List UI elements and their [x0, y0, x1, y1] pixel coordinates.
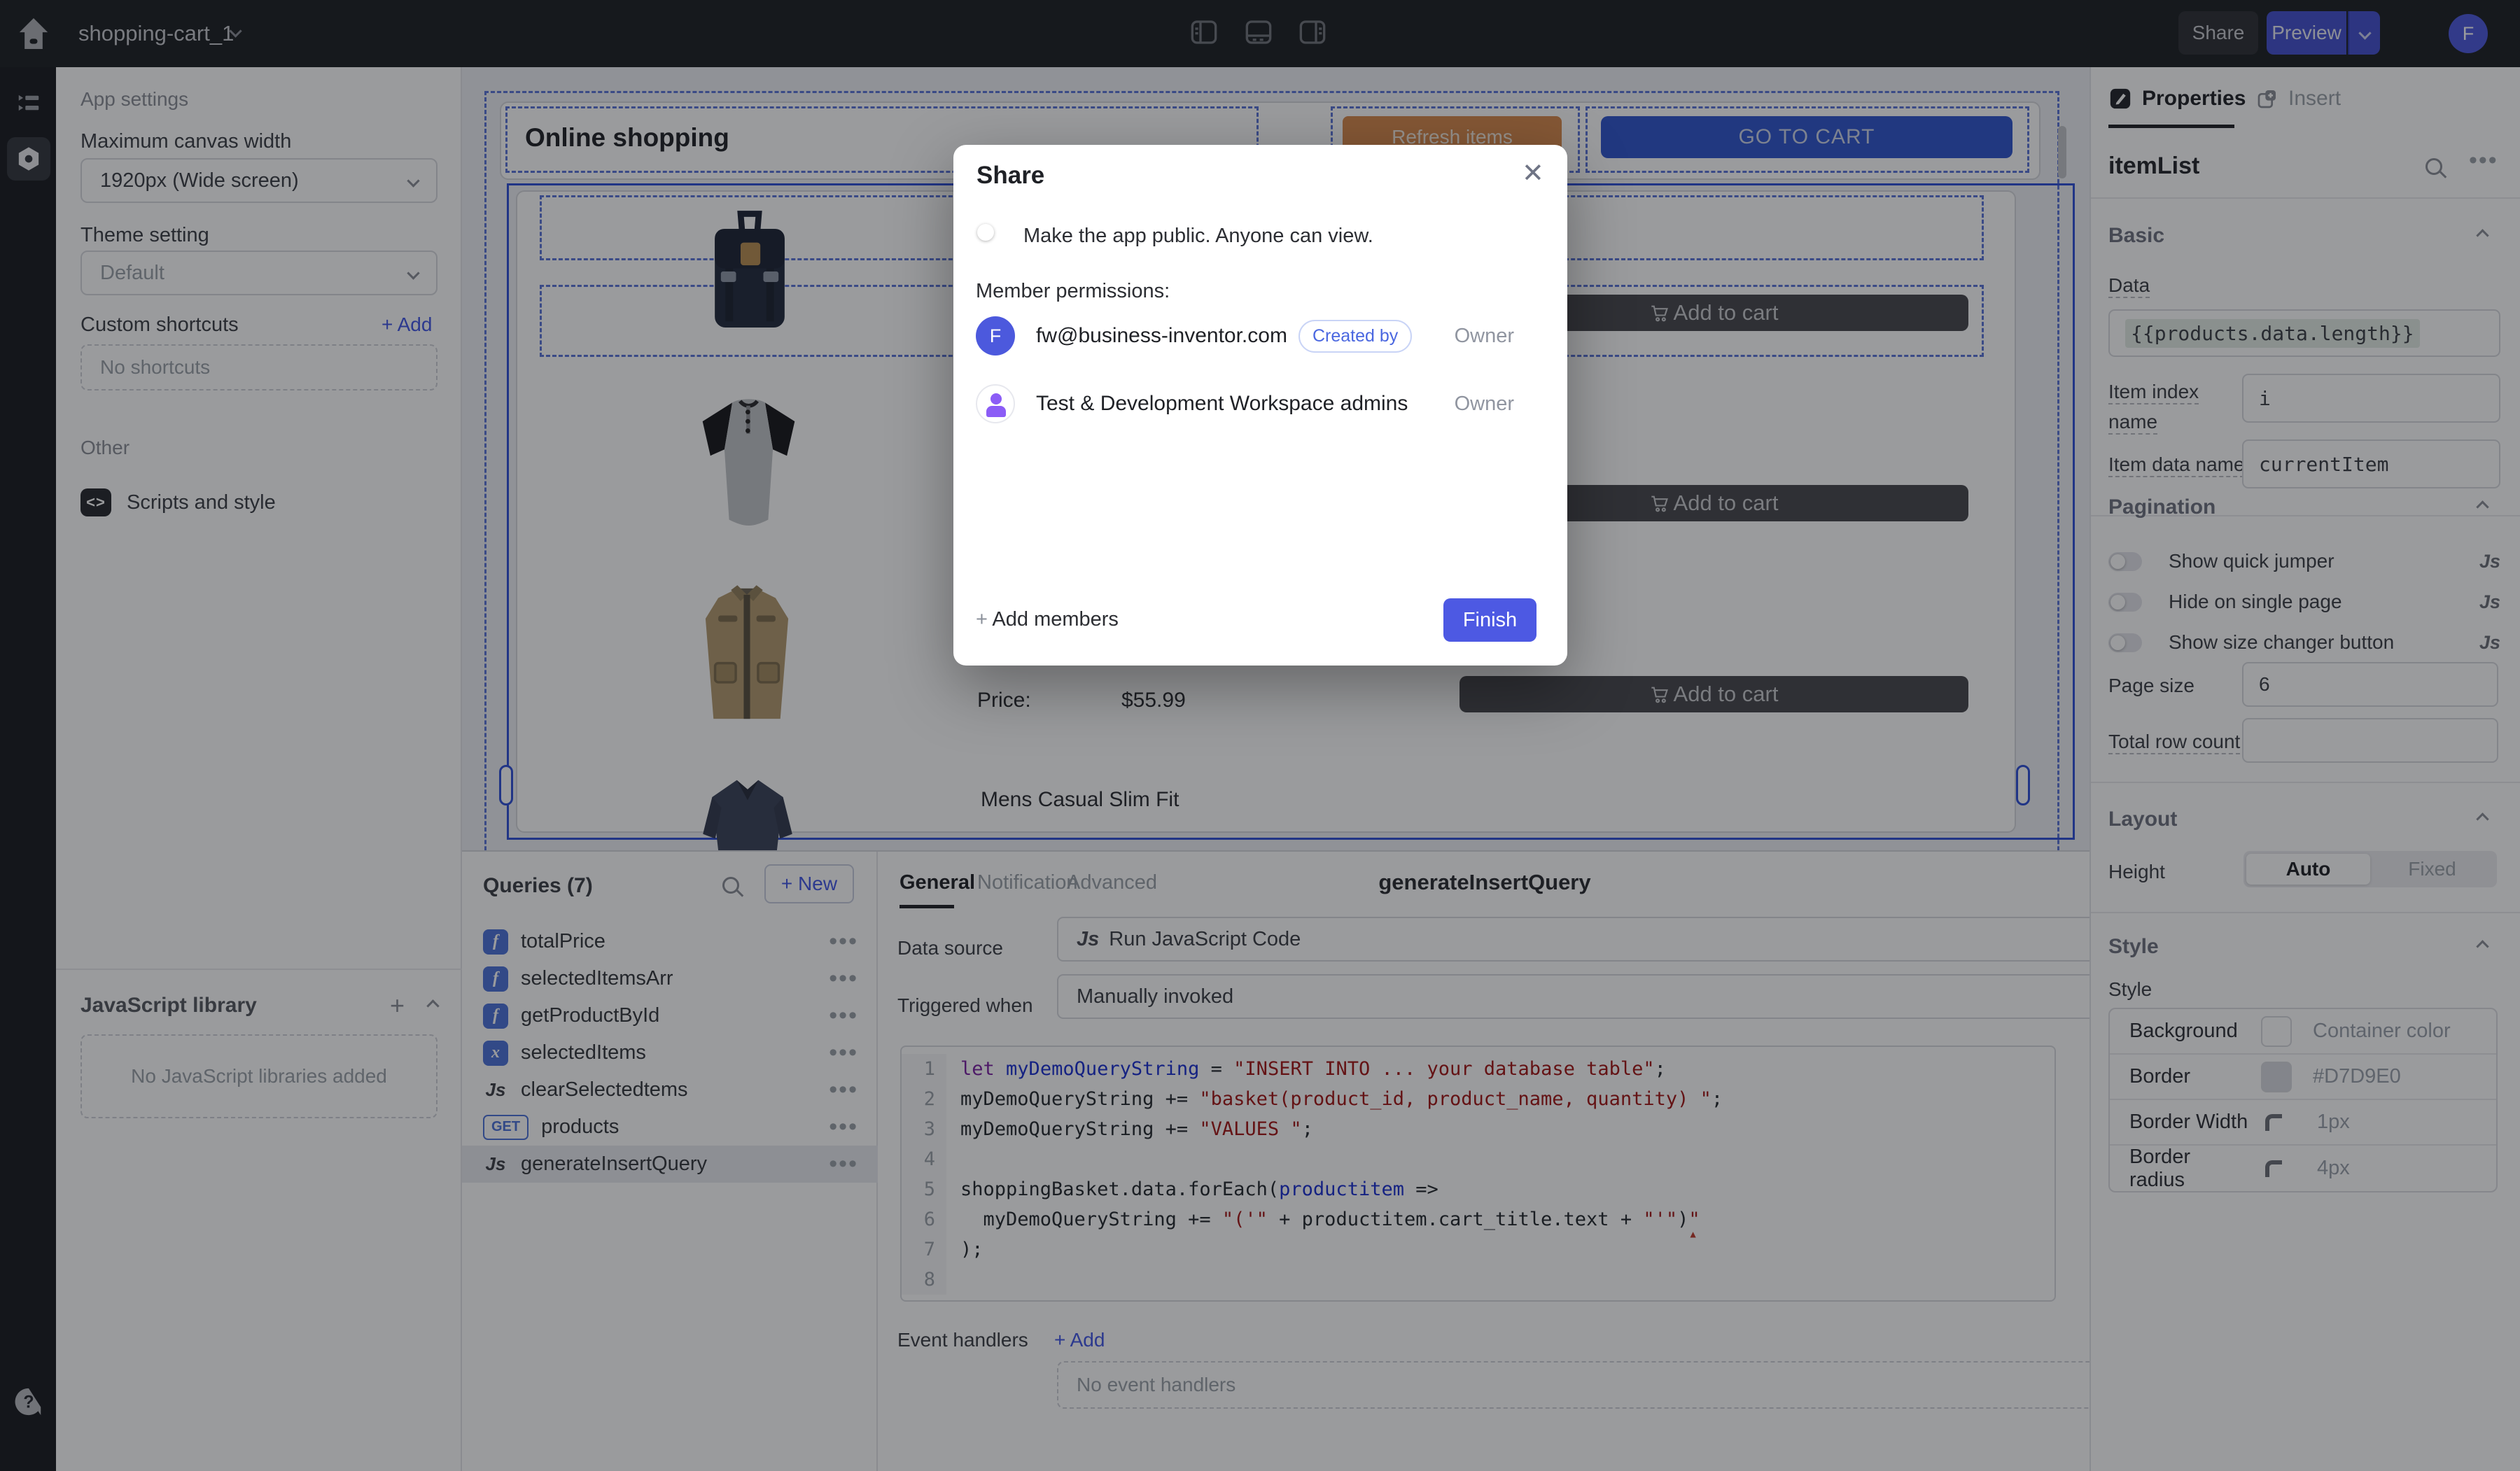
member-row[interactable]: Test & Development Workspace admins Owne…	[976, 383, 1545, 425]
created-by-badge: Created by	[1298, 320, 1412, 353]
member-permissions-label: Member permissions:	[976, 280, 1170, 303]
member-name: fw@business-inventor.com	[1036, 324, 1287, 348]
app-root: Online shopping Refresh items GO TO CART	[0, 0, 2520, 1471]
member-role[interactable]: Owner	[1455, 393, 1514, 416]
member-row[interactable]: F fw@business-inventor.com Created by Ow…	[976, 315, 1545, 357]
public-toggle-label: Make the app public. Anyone can view.	[1023, 225, 1373, 248]
member-avatar: F	[976, 316, 1015, 356]
member-name: Test & Development Workspace admins	[1036, 392, 1408, 416]
group-avatar-icon	[976, 384, 1015, 423]
share-modal: Share ✕ Make the app public. Anyone can …	[953, 145, 1567, 666]
add-members-label: Add members	[992, 608, 1119, 631]
finish-button[interactable]: Finish	[1443, 598, 1536, 642]
add-members-button[interactable]: + Add members	[976, 608, 1119, 631]
member-role[interactable]: Owner	[1455, 325, 1514, 348]
modal-title: Share	[976, 162, 1044, 190]
close-icon[interactable]: ✕	[1522, 157, 1544, 189]
